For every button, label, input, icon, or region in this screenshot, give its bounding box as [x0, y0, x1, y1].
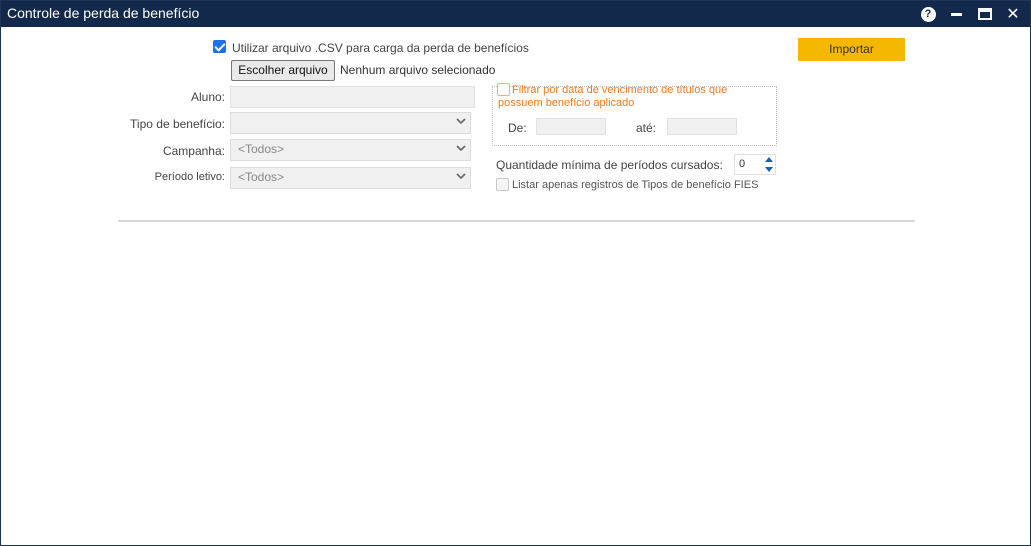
- chevron-down-icon: [456, 143, 466, 152]
- help-button[interactable]: ?: [919, 5, 937, 23]
- import-button[interactable]: Importar: [798, 38, 905, 61]
- periodo-letivo-value: <Todos>: [238, 170, 285, 184]
- periodos-cursados-stepper[interactable]: 0: [734, 154, 776, 175]
- chevron-down-icon: [456, 116, 466, 125]
- maximize-icon: [978, 8, 992, 20]
- minimize-button[interactable]: [947, 5, 965, 23]
- aluno-input[interactable]: [230, 86, 475, 108]
- file-status-text: Nenhum arquivo selecionado: [340, 63, 496, 77]
- chevron-down-icon: [456, 171, 466, 180]
- campanha-value: <Todos>: [238, 142, 285, 156]
- periodos-cursados-value: 0: [739, 158, 746, 170]
- periodo-letivo-label: Período letivo:: [154, 171, 225, 183]
- spin-up-icon[interactable]: [765, 157, 773, 162]
- aluno-label: Aluno:: [190, 90, 225, 104]
- de-label: De:: [508, 121, 527, 135]
- maximize-button[interactable]: [976, 5, 994, 23]
- periodo-letivo-select[interactable]: <Todos>: [230, 167, 471, 189]
- campanha-label: Campanha:: [162, 144, 225, 158]
- title-bar: Controle de perda de benefício ? ✕: [1, 1, 1030, 27]
- tipo-beneficio-select[interactable]: [230, 112, 471, 134]
- periodos-cursados-label: Quantidade mínima de períodos cursados:: [496, 158, 723, 172]
- spin-down-icon[interactable]: [765, 167, 773, 172]
- date-filter-label: Filtrar por data de vencimento de título…: [498, 84, 728, 109]
- csv-checkbox-label: Utilizar arquivo .CSV para carga da perd…: [232, 41, 529, 55]
- csv-checkbox[interactable]: [213, 40, 226, 53]
- close-icon: ✕: [1006, 6, 1020, 23]
- help-icon: ?: [920, 6, 936, 22]
- fies-checkbox-label: Listar apenas registros de Tipos de bene…: [512, 179, 759, 191]
- minimize-icon: [950, 12, 962, 16]
- close-button[interactable]: ✕: [1004, 5, 1022, 23]
- campanha-select[interactable]: <Todos>: [230, 139, 471, 161]
- section-divider: [118, 220, 915, 222]
- fies-checkbox[interactable]: [496, 178, 509, 191]
- ate-label: até:: [636, 121, 657, 135]
- ate-date-input[interactable]: [667, 118, 737, 135]
- window-title: Controle de perda de benefício: [7, 5, 200, 21]
- de-date-input[interactable]: [536, 118, 606, 135]
- main-window: Controle de perda de benefício ? ✕ Utili…: [0, 0, 1031, 546]
- tipo-beneficio-label: Tipo de benefício:: [130, 117, 225, 131]
- choose-file-button[interactable]: Escolher arquivo: [231, 60, 335, 81]
